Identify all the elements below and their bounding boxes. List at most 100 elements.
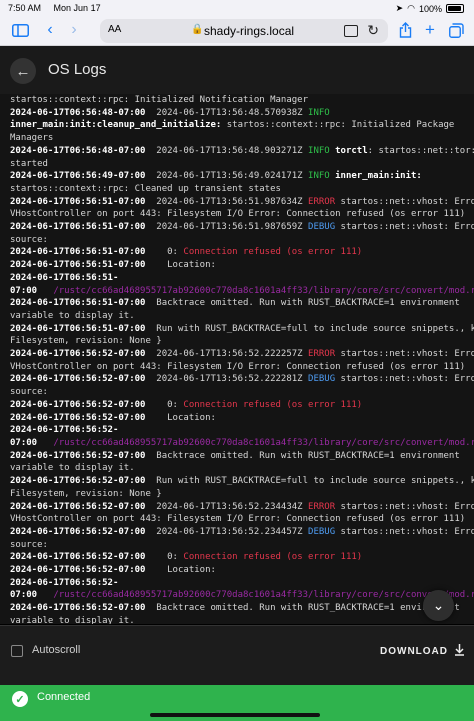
log-segment: variable to display it. [10,615,135,624]
log-line: 2024-06-17T06:56:51-07:00 Backtrace omit… [10,297,474,310]
connection-status-label: Connected [37,691,91,703]
log-segment: 2024-06-17T13:56:52.234457Z [145,526,309,537]
back-button[interactable]: ← [10,58,36,84]
log-segment: torctl [329,145,368,156]
log-segment: INFO [308,107,330,118]
log-segment: 2024-06-17T13:56:52.222257Z [145,349,309,360]
autoscroll-label[interactable]: Autoscroll [32,644,80,656]
log-line: started [10,158,474,171]
log-line: inner_main:init:cleanup_and_initialize: … [10,119,474,132]
log-segment: Connection refused (os error 111) [183,399,363,410]
log-line: 2024-06-17T06:56:52- [10,424,474,437]
home-indicator [150,713,320,717]
log-segment: startos::net::vhost: Error in [340,501,474,512]
log-segment: Filesystem, revision: None } [10,488,162,499]
tabs-overview-icon[interactable] [446,21,466,39]
log-line: 2024-06-17T06:56:52-07:00 Backtrace omit… [10,450,474,463]
log-segment: DEBUG [308,374,336,385]
log-line: 2024-06-17T06:56:52- [10,577,474,590]
new-tab-icon[interactable]: + [420,20,440,39]
log-segment: startos::context::rpc: Cleaned up transi… [10,183,281,194]
download-icon [454,644,465,659]
log-line: 2024-06-17T06:56:48-07:00 2024-06-17T13:… [10,145,474,158]
sidebar-toggle-icon[interactable] [10,21,30,39]
log-line: VHostController on port 443: Filesystem … [10,208,474,221]
log-segment: 2024-06-17T06:56:52- [10,425,119,436]
log-line: source: [10,539,474,552]
log-segment: Run with RUST_BACKTRACE=full to include … [145,323,474,334]
share-icon[interactable] [395,21,415,39]
log-segment: /rustc/cc66ad468955717ab92600c770da8c160… [37,285,474,296]
chevron-down-icon: ⌄ [432,597,445,613]
log-segment: Managers [10,133,54,144]
log-line: source: [10,234,474,247]
log-segment: /rustc/cc66ad468955717ab92600c770da8c160… [37,437,474,448]
lock-icon: 🔒 [191,24,204,35]
log-line: startos::context::rpc: Cleaned up transi… [10,183,474,196]
app-header: ← OS Logs [0,46,474,95]
log-segment: 2024-06-17T06:56:51-07:00 [10,222,146,233]
log-segment: INFO [308,145,330,156]
page-menu-icon[interactable] [344,25,358,37]
scroll-to-bottom-button[interactable]: ⌄ [423,590,454,621]
log-segment: 07:00 [10,285,38,296]
log-segment: 2024-06-17T06:56:48-07:00 [10,107,146,118]
reload-icon[interactable]: ↻ [367,22,379,39]
log-segment: INFO [308,171,330,182]
autoscroll-checkbox[interactable] [11,645,23,657]
log-line: 2024-06-17T06:56:51-07:00 2024-06-17T13:… [10,221,474,234]
log-line: 2024-06-17T06:56:52-07:00 2024-06-17T13:… [10,526,474,539]
log-line: Filesystem, revision: None } [10,488,474,501]
log-segment: DEBUG [308,526,336,537]
check-circle-icon: ✓ [12,691,28,707]
browser-back-icon[interactable]: ‹ [40,21,60,39]
log-line: 2024-06-17T06:56:52-07:00 0: Connection … [10,399,474,412]
log-segment: 2024-06-17T06:56:52-07:00 [10,374,146,385]
log-line: 2024-06-17T06:56:52-07:00 2024-06-17T13:… [10,501,474,514]
log-segment: Backtrace omitted. Run with RUST_BACKTRA… [145,450,460,461]
log-line: 2024-06-17T06:56:51-07:00 Run with RUST_… [10,323,474,336]
battery-percent: 100% [418,3,442,14]
log-line: 07:00 /rustc/cc66ad468955717ab92600c770d… [10,589,474,602]
log-segment: Connection refused (os error 111) [183,247,363,258]
log-segment: startos::net::vhost: Error { [340,222,474,233]
battery-icon [446,4,464,13]
log-segment: 2024-06-17T13:56:51.987659Z [145,222,309,233]
log-segment: 2024-06-17T13:56:48.570938Z [145,107,309,118]
status-date: Mon Jun 17 [53,3,101,13]
log-segment: Run with RUST_BACKTRACE=full to include … [145,476,474,487]
reader-settings-button[interactable]: AA [108,24,121,35]
arrow-left-icon: ← [15,62,31,80]
log-line: 2024-06-17T06:56:52-07:00 2024-06-17T13:… [10,373,474,386]
log-footer: Autoscroll DOWNLOAD [0,625,474,686]
log-segment: 2024-06-17T06:56:51-07:00 [10,196,146,207]
log-segment: 07:00 [10,590,38,601]
log-line: 2024-06-17T06:56:52-07:00 Location: [10,412,474,425]
log-line: startos::context::rpc: Initialized Notif… [10,94,474,107]
download-button[interactable]: DOWNLOAD [380,644,465,659]
page-title: OS Logs [48,61,107,78]
log-line: Filesystem, revision: None } [10,335,474,348]
log-segment: /rustc/cc66ad468955717ab92600c770da8c160… [37,590,474,601]
log-segment: 2024-06-17T06:56:49-07:00 [10,171,146,182]
log-segment: startos::net::vhost: Error in [340,196,474,207]
log-segment: 2024-06-17T06:56:52-07:00 [10,349,146,360]
status-time: 7:50 AM [8,3,42,13]
log-segment: 2024-06-17T13:56:52.234434Z [145,501,309,512]
log-segment: DEBUG [308,222,336,233]
log-segment: inner_main:init: [329,171,422,182]
download-label: DOWNLOAD [380,646,448,657]
log-segment: 2024-06-17T06:56:52-07:00 [10,565,146,576]
log-line: 2024-06-17T06:56:52-07:00 0: Connection … [10,551,474,564]
log-segment: variable to display it. [10,463,135,474]
address-bar[interactable]: AA 🔒 shady-rings.local ↻ [100,19,388,43]
log-segment: Location: [145,260,216,271]
log-segment: source: [10,387,48,398]
log-line: 07:00 /rustc/cc66ad468955717ab92600c770d… [10,285,474,298]
log-segment: 2024-06-17T06:56:52-07:00 [10,501,146,512]
browser-forward-icon[interactable]: › [64,21,84,39]
log-segment: Location: [145,412,216,423]
log-line: 2024-06-17T06:56:51- [10,272,474,285]
log-viewer[interactable]: startos::context::rpc: Initialized Notif… [0,94,474,624]
log-segment: 2024-06-17T06:56:51- [10,272,119,283]
